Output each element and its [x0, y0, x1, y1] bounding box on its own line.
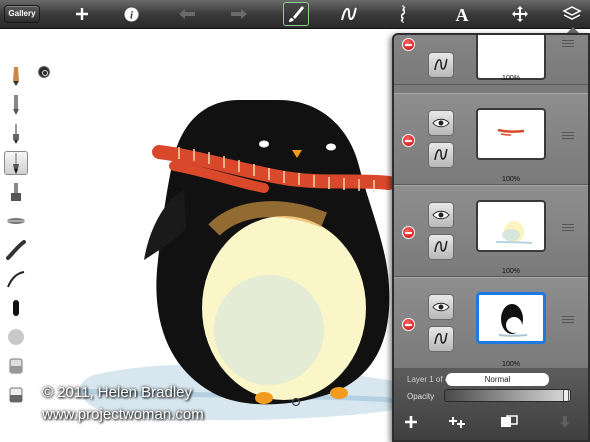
move-icon[interactable] — [507, 2, 533, 26]
visibility-eye-icon[interactable] — [428, 202, 454, 228]
layer-thumbnail[interactable] — [476, 108, 546, 160]
top-toolbar: Gallery i A — [0, 0, 590, 29]
layer-list[interactable]: 100% 100% 100% 100% — [394, 35, 588, 369]
undo-icon[interactable] — [174, 2, 200, 26]
layer-opacity-text: 100% — [502, 75, 520, 82]
redo-icon[interactable] — [226, 2, 252, 26]
brush-icon[interactable] — [283, 2, 309, 26]
layer-thumbnail[interactable] — [476, 200, 546, 252]
opacity-fill — [445, 390, 570, 401]
info-icon[interactable]: i — [118, 2, 144, 26]
blur-icon[interactable] — [4, 325, 28, 349]
visibility-eye-icon[interactable] — [428, 110, 454, 136]
add-layer-icon[interactable] — [400, 412, 422, 432]
marker-icon[interactable] — [4, 122, 28, 146]
layer-opacity-text: 100% — [502, 361, 520, 368]
layer-opacity-text: 100% — [502, 176, 520, 183]
smudge-icon[interactable] — [4, 238, 28, 262]
pen-icon[interactable] — [4, 296, 28, 320]
opacity-label: Opacity — [407, 392, 435, 401]
airbrush-icon[interactable] — [4, 180, 28, 204]
blend-mode-icon[interactable] — [428, 52, 454, 78]
delete-layer-icon[interactable] — [402, 318, 415, 331]
ballpoint-icon[interactable] — [4, 93, 28, 117]
add-icon[interactable] — [69, 2, 95, 26]
blend-mode-icon[interactable] — [428, 326, 454, 352]
eraser-icon[interactable] — [4, 354, 28, 378]
drawing-canvas[interactable] — [34, 30, 434, 442]
opacity-slider-thumb[interactable] — [563, 390, 569, 401]
visibility-eye-icon[interactable] — [428, 294, 454, 320]
delete-layer-icon[interactable] — [402, 38, 415, 51]
move-down-icon[interactable] — [554, 412, 576, 432]
drag-handle-icon[interactable] — [562, 316, 574, 325]
tool-column — [0, 58, 34, 408]
chisel-icon[interactable] — [4, 209, 28, 233]
layer-count-text: Layer 1 of 4 — [407, 375, 450, 384]
blend-mode-select[interactable]: Normal — [446, 373, 549, 386]
symmetry-icon[interactable] — [390, 2, 416, 26]
fill-icon[interactable] — [4, 383, 28, 407]
layer-row[interactable]: 100% — [394, 93, 588, 185]
blend-mode-icon[interactable] — [428, 142, 454, 168]
layer-thumbnail-selected[interactable] — [476, 292, 546, 344]
layer-row[interactable]: 100% — [394, 185, 588, 277]
blend-mode-icon[interactable] — [428, 234, 454, 260]
website-text: www.projectwoman.com — [42, 406, 204, 423]
layer-thumbnail[interactable] — [476, 35, 546, 80]
drag-handle-icon[interactable] — [562, 132, 574, 141]
gallery-button[interactable]: Gallery — [4, 5, 40, 23]
layers-icon[interactable] — [559, 2, 585, 26]
line-icon[interactable] — [4, 267, 28, 291]
duplicate-layer-icon[interactable] — [447, 412, 469, 432]
delete-layer-icon[interactable] — [402, 134, 415, 147]
paintbrush-icon[interactable] — [4, 151, 28, 175]
copyright-text: © 2011, Helen Bradley — [42, 384, 193, 401]
text-icon[interactable]: A — [449, 2, 475, 26]
merge-layer-icon[interactable] — [498, 412, 520, 432]
layer-row[interactable]: 100% — [394, 35, 588, 85]
svg-text:A: A — [456, 5, 469, 23]
drag-handle-icon[interactable] — [562, 224, 574, 233]
opacity-slider[interactable] — [444, 389, 571, 402]
delete-layer-icon[interactable] — [402, 226, 415, 239]
layers-footer: Layer 1 of 4 Normal Opacity — [394, 369, 588, 440]
layer-opacity-text: 100% — [502, 268, 520, 275]
layers-panel: 100% 100% 100% 100% Layer 1 of 4 Normal … — [392, 33, 590, 442]
color-dot-icon[interactable] — [38, 66, 50, 78]
drag-handle-icon[interactable] — [562, 40, 574, 49]
penguin-drawing — [73, 100, 420, 421]
layer-row[interactable]: 100% — [394, 277, 588, 369]
stroke-icon[interactable] — [336, 2, 362, 26]
pencil-icon[interactable] — [4, 64, 28, 88]
